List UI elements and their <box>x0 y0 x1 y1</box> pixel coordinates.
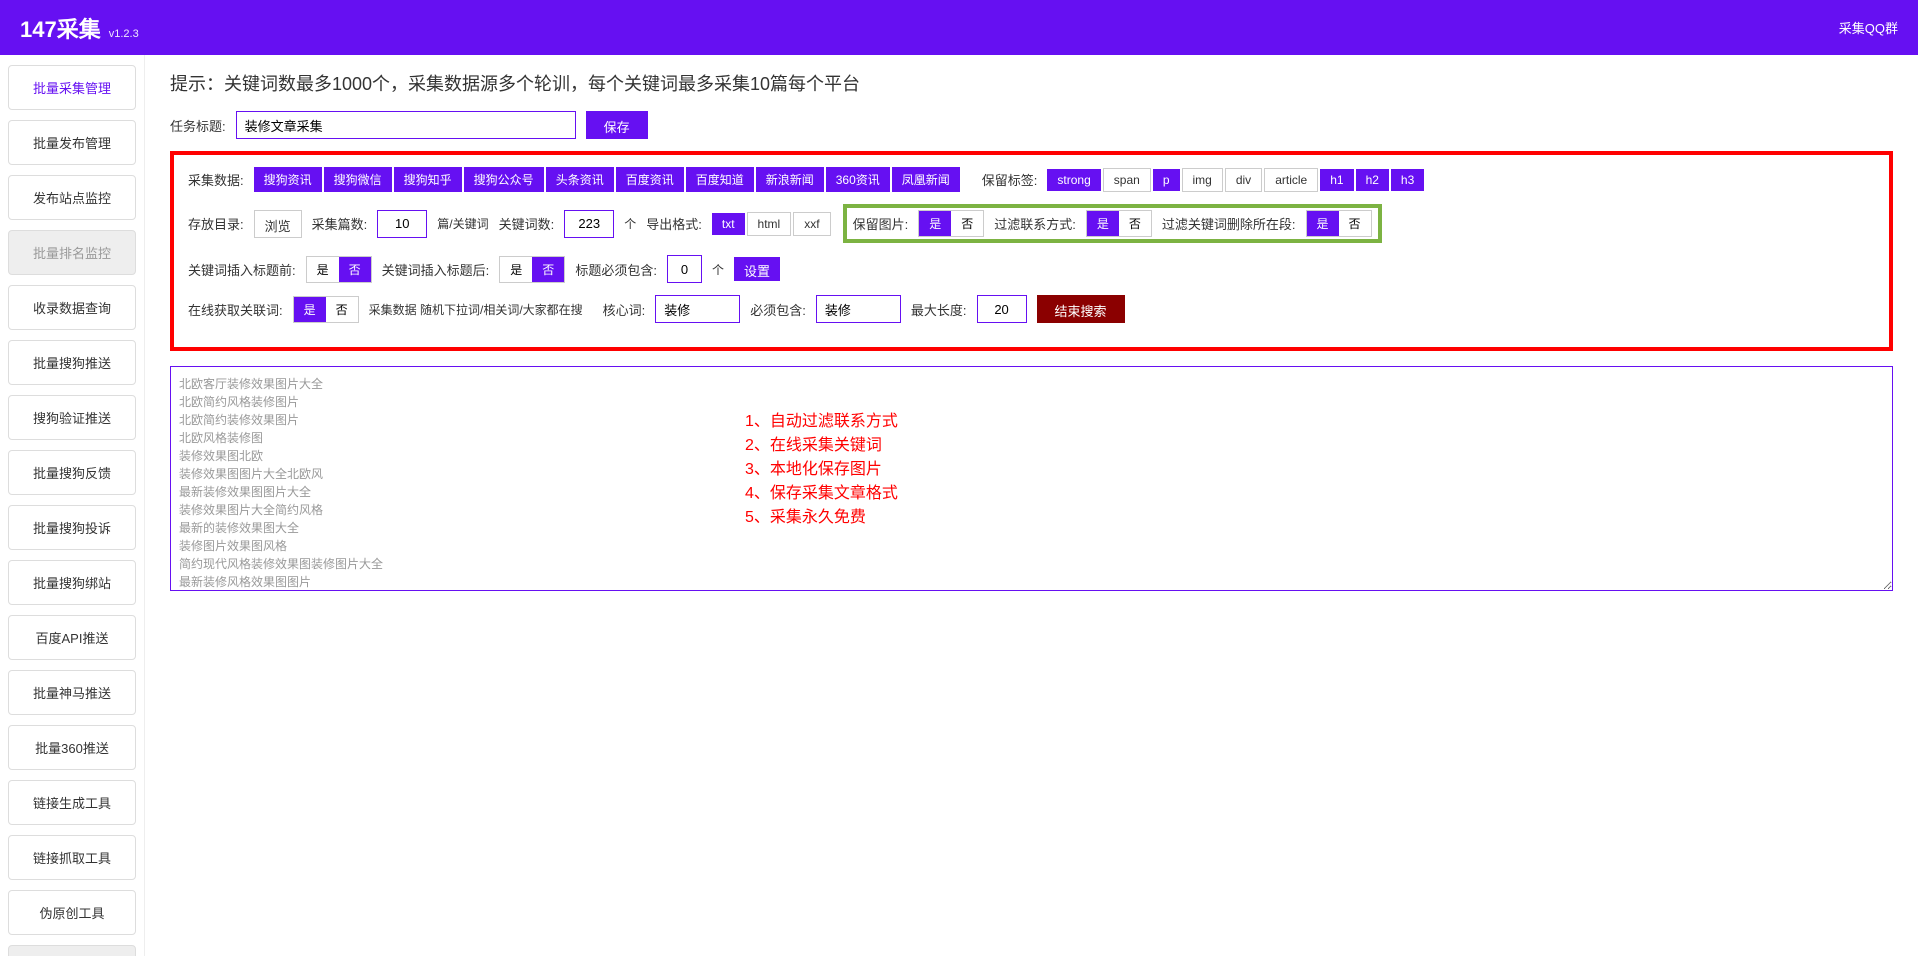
filter-contact-label: 过滤联系方式: <box>994 214 1076 233</box>
app-title: 147采集 <box>20 12 101 44</box>
keep-image-label: 保留图片: <box>853 214 909 233</box>
keyword-count-input[interactable] <box>564 210 614 238</box>
browse-button[interactable]: 浏览 <box>254 210 302 238</box>
source-8[interactable]: 360资讯 <box>826 167 890 192</box>
data-desc: 采集数据 随机下拉词/相关词/大家都在搜 <box>369 301 583 318</box>
sidebar-item-1[interactable]: 批量发布管理 <box>8 120 136 165</box>
sidebar-item-9[interactable]: 批量搜狗绑站 <box>8 560 136 605</box>
source-4[interactable]: 头条资讯 <box>546 167 614 192</box>
article-count-unit: 篇/关键词 <box>437 215 488 232</box>
sidebar-item-13[interactable]: 链接生成工具 <box>8 780 136 825</box>
task-title-label: 任务标题: <box>170 116 226 135</box>
sidebar-item-12[interactable]: 批量360推送 <box>8 725 136 770</box>
sidebar: 批量采集管理批量发布管理发布站点监控批量排名监控收录数据查询批量搜狗推送搜狗验证… <box>0 55 145 956</box>
source-7[interactable]: 新浪新闻 <box>756 167 824 192</box>
source-6[interactable]: 百度知道 <box>686 167 754 192</box>
source-2[interactable]: 搜狗知乎 <box>394 167 462 192</box>
source-1[interactable]: 搜狗微信 <box>324 167 392 192</box>
tag-div[interactable]: div <box>1225 168 1262 192</box>
set-button[interactable]: 设置 <box>734 257 780 281</box>
sidebar-item-6[interactable]: 搜狗验证推送 <box>8 395 136 440</box>
sidebar-item-7[interactable]: 批量搜狗反馈 <box>8 450 136 495</box>
sidebar-item-16: 批量蜘蛛统计 <box>8 945 136 956</box>
online-keyword-label: 在线获取关联词: <box>188 300 283 319</box>
filter-contact-no[interactable]: 否 <box>1119 211 1151 236</box>
insert-before-yes[interactable]: 是 <box>307 257 339 282</box>
source-5[interactable]: 百度资讯 <box>616 167 684 192</box>
export-format-label: 导出格式: <box>646 214 702 233</box>
filter-keyword-no[interactable]: 否 <box>1339 211 1371 236</box>
tag-article[interactable]: article <box>1264 168 1318 192</box>
tag-span[interactable]: span <box>1103 168 1151 192</box>
end-search-button[interactable]: 结束搜索 <box>1037 295 1125 323</box>
app-version: v1.2.3 <box>109 28 139 40</box>
article-count-input[interactable] <box>377 210 427 238</box>
max-length-label: 最大长度: <box>911 300 967 319</box>
source-3[interactable]: 搜狗公众号 <box>464 167 544 192</box>
online-keyword-no[interactable]: 否 <box>326 297 358 322</box>
sidebar-item-8[interactable]: 批量搜狗投诉 <box>8 505 136 550</box>
insert-after-no[interactable]: 否 <box>532 257 564 282</box>
task-title-input[interactable] <box>236 111 576 139</box>
format-html[interactable]: html <box>747 212 792 236</box>
keep-tags-label: 保留标签: <box>982 170 1038 189</box>
core-word-label: 核心词: <box>603 300 646 319</box>
filter-contact-yes[interactable]: 是 <box>1087 211 1119 236</box>
must-contain-input[interactable] <box>816 295 901 323</box>
filter-keyword-yes[interactable]: 是 <box>1307 211 1339 236</box>
keep-image-yes[interactable]: 是 <box>919 211 951 236</box>
app-header: 147采集 v1.2.3 采集QQ群 <box>0 0 1918 55</box>
main-content: 提示：关键词数最多1000个，采集数据源多个轮训，每个关键词最多采集10篇每个平… <box>145 55 1918 956</box>
tag-h2[interactable]: h2 <box>1356 169 1389 191</box>
save-button[interactable]: 保存 <box>586 111 648 139</box>
tag-strong[interactable]: strong <box>1047 169 1100 191</box>
insert-after-yes[interactable]: 是 <box>500 257 532 282</box>
save-dir-label: 存放目录: <box>188 214 244 233</box>
insert-before-label: 关键词插入标题前: <box>188 260 296 279</box>
sidebar-item-3: 批量排名监控 <box>8 230 136 275</box>
format-xxf[interactable]: xxf <box>793 212 830 236</box>
filter-keyword-label: 过滤关键词删除所在段: <box>1162 214 1296 233</box>
title-contain-unit: 个 <box>712 261 724 278</box>
title-contain-input[interactable] <box>667 255 702 283</box>
keyword-count-label: 关键词数: <box>499 214 555 233</box>
max-length-input[interactable] <box>977 295 1027 323</box>
title-contain-label: 标题必须包含: <box>575 260 657 279</box>
collect-data-label: 采集数据: <box>188 170 244 189</box>
sidebar-item-15[interactable]: 伪原创工具 <box>8 890 136 935</box>
sidebar-item-14[interactable]: 链接抓取工具 <box>8 835 136 880</box>
tag-img[interactable]: img <box>1182 168 1223 192</box>
sidebar-item-10[interactable]: 百度API推送 <box>8 615 136 660</box>
core-word-input[interactable] <box>655 295 740 323</box>
tip-text: 提示：关键词数最多1000个，采集数据源多个轮训，每个关键词最多采集10篇每个平… <box>170 70 1893 96</box>
source-9[interactable]: 凤凰新闻 <box>892 167 960 192</box>
keyword-count-unit: 个 <box>624 215 636 232</box>
sidebar-item-4[interactable]: 收录数据查询 <box>8 285 136 330</box>
sidebar-item-0[interactable]: 批量采集管理 <box>8 65 136 110</box>
insert-after-label: 关键词插入标题后: <box>382 260 490 279</box>
online-keyword-yes[interactable]: 是 <box>294 297 326 322</box>
insert-before-no[interactable]: 否 <box>339 257 371 282</box>
format-txt[interactable]: txt <box>712 213 745 235</box>
keywords-textarea[interactable] <box>170 366 1893 591</box>
source-0[interactable]: 搜狗资讯 <box>254 167 322 192</box>
sidebar-item-5[interactable]: 批量搜狗推送 <box>8 340 136 385</box>
qq-group-link[interactable]: 采集QQ群 <box>1839 18 1898 37</box>
tag-h3[interactable]: h3 <box>1391 169 1424 191</box>
config-panel: 采集数据: 搜狗资讯搜狗微信搜狗知乎搜狗公众号头条资讯百度资讯百度知道新浪新闻3… <box>170 151 1893 351</box>
sidebar-item-2[interactable]: 发布站点监控 <box>8 175 136 220</box>
tag-p[interactable]: p <box>1153 169 1180 191</box>
keep-image-no[interactable]: 否 <box>951 211 983 236</box>
article-count-label: 采集篇数: <box>312 214 368 233</box>
image-filter-box: 保留图片: 是 否 过滤联系方式: 是 否 过滤关键词删除所在段: 是 否 <box>843 204 1382 243</box>
sidebar-item-11[interactable]: 批量神马推送 <box>8 670 136 715</box>
tag-h1[interactable]: h1 <box>1320 169 1353 191</box>
must-contain-label: 必须包含: <box>750 300 806 319</box>
